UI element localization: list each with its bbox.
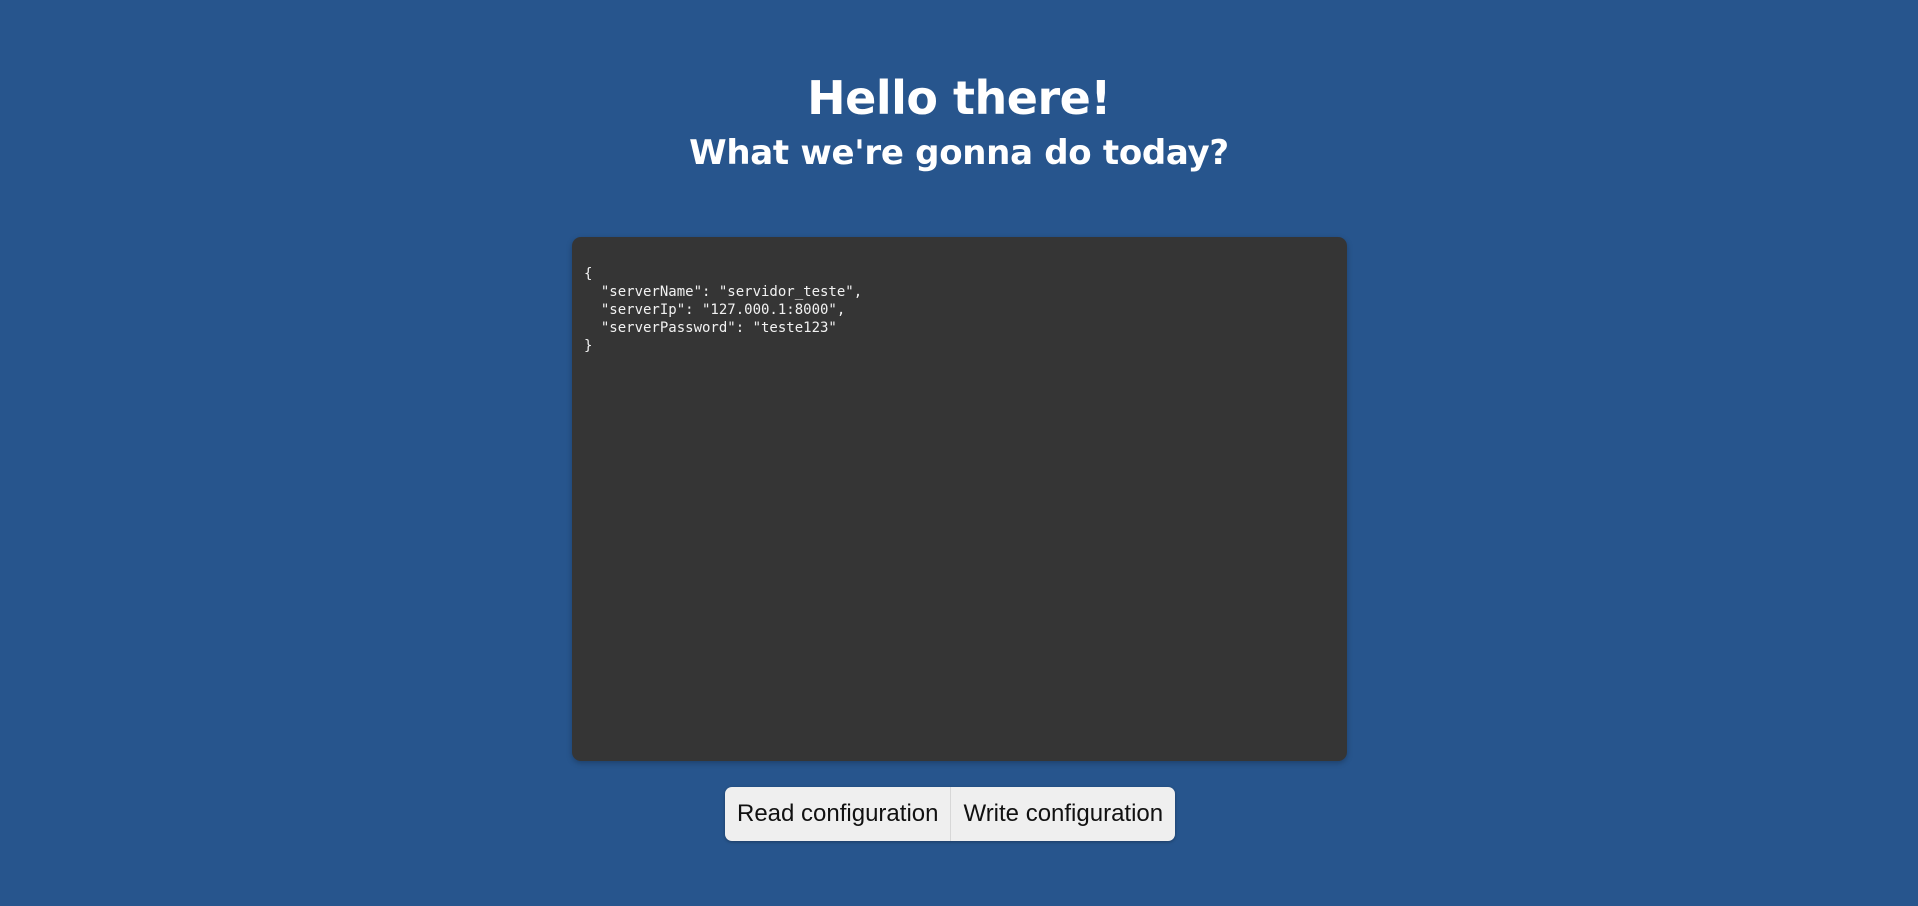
page: Hello there! What we're gonna do today? …	[0, 0, 1918, 906]
page-subtitle: What we're gonna do today?	[689, 133, 1229, 173]
read-configuration-button[interactable]: Read configuration	[725, 787, 951, 841]
config-editor[interactable]: { "serverName": "servidor_teste", "serve…	[572, 237, 1347, 761]
page-title: Hello there!	[807, 71, 1111, 125]
write-configuration-button[interactable]: Write configuration	[950, 787, 1176, 841]
action-button-group: Read configuration Write configuration	[725, 787, 1176, 841]
